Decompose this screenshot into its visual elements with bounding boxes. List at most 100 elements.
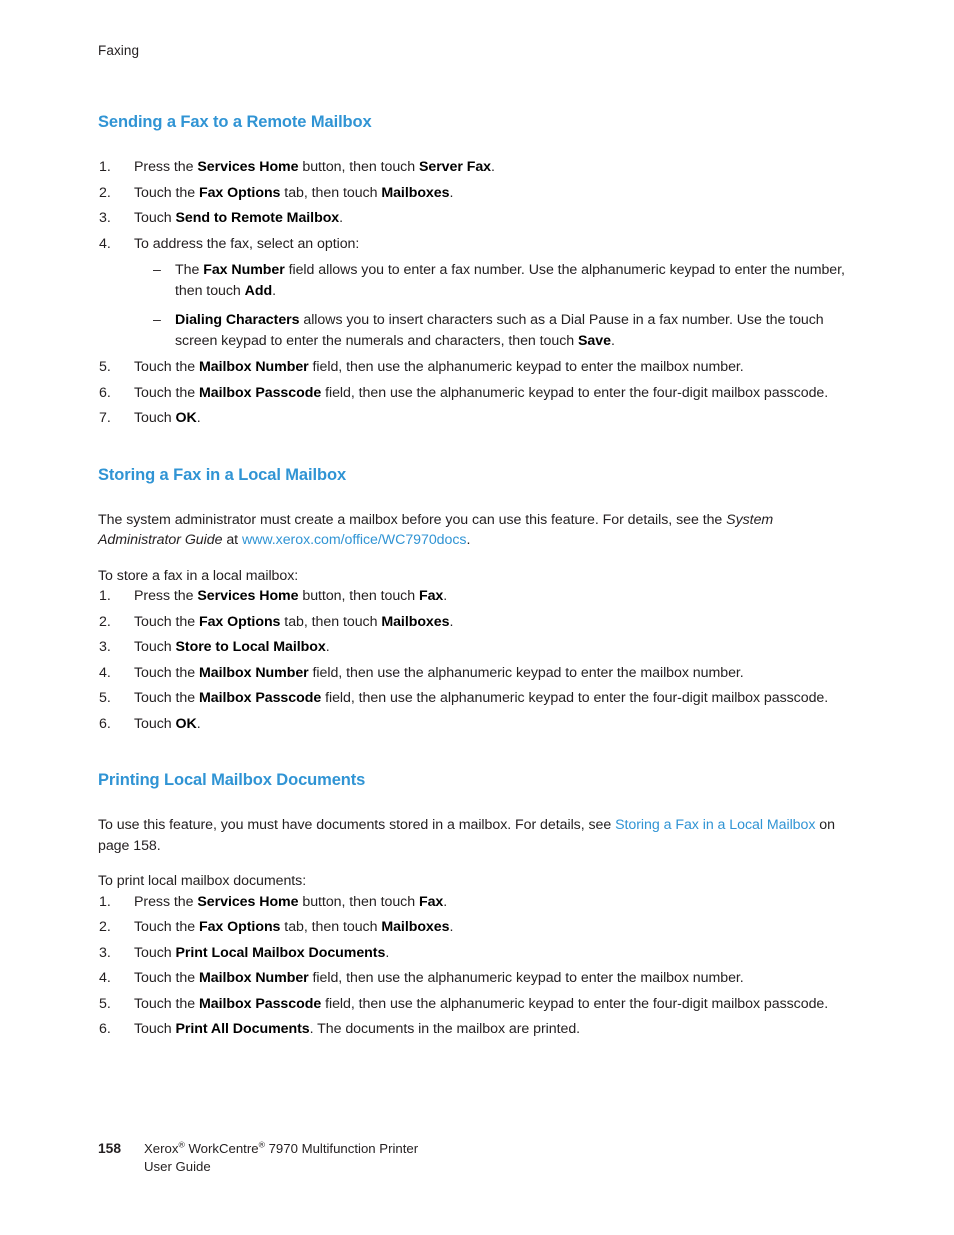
text-run: Touch the xyxy=(134,690,199,706)
step-number: 1. xyxy=(99,159,111,175)
procedure-substep-list: – The Fax Number field allows you to ente… xyxy=(134,260,858,351)
text-run: . xyxy=(325,639,330,655)
text-run: To use this feature, you must have docum… xyxy=(98,817,616,833)
text-run: field, then use the alphanumeric keypad … xyxy=(321,690,829,706)
procedure-substep: – The Fax Number field allows you to ente… xyxy=(134,260,858,301)
emphasis-bold: Mailboxes xyxy=(381,613,450,630)
emphasis-bold: Fax Options xyxy=(198,613,281,630)
text-run: Touch xyxy=(134,944,176,961)
step-text: To address the fax, select an option: xyxy=(134,236,359,252)
procedure-step: 1. Press the Services Home button, then t… xyxy=(98,586,858,607)
text-run: Touch the xyxy=(134,384,199,401)
page-footer: 158 Xerox® WorkCentre® 7970 Multifunctio… xyxy=(98,1140,798,1176)
text-run: . xyxy=(449,184,454,201)
step-number: 6. xyxy=(99,1021,111,1037)
step-text: Touch the Mailbox Passcode field, then u… xyxy=(134,385,828,401)
emphasis-bold: Services Home xyxy=(197,588,299,604)
emphasis-bold: Dialing Characters xyxy=(175,312,300,328)
inline-link[interactable]: www.xerox.com/office/WC7970docs xyxy=(242,532,467,548)
step-text: Press the Services Home button, then tou… xyxy=(134,588,447,604)
emphasis-bold: Store to Local Mailbox xyxy=(175,639,326,655)
procedure-lead-in: To print local mailbox documents: xyxy=(98,873,307,889)
step-text: Touch the Mailbox Number field, then use… xyxy=(134,970,744,986)
emphasis-bold: Mailbox Number xyxy=(198,359,309,375)
procedure-step: 2. Touch the Fax Options tab, then touch … xyxy=(98,612,858,633)
step-number: 4. xyxy=(99,970,111,986)
text-run: . xyxy=(443,588,448,604)
section-heading: Sending a Fax to a Remote Mailbox xyxy=(98,113,372,131)
step-number: 5. xyxy=(99,995,111,1012)
step-text: Touch the Mailbox Passcode field, then u… xyxy=(134,996,828,1012)
emphasis-bold: Mailbox Passcode xyxy=(198,384,322,401)
text-run: tab, then touch xyxy=(280,613,382,630)
step-text: Press the Services Home button, then tou… xyxy=(134,159,495,175)
step-number: 3. xyxy=(99,210,111,226)
text-run: Press the xyxy=(134,159,198,175)
text-run: Touch xyxy=(134,715,176,732)
substep-dash-marker: – xyxy=(153,312,161,328)
procedure-step: 4. Touch the Mailbox Number field, then u… xyxy=(98,968,858,989)
procedure-step: 1. Press the Services Home button, then t… xyxy=(98,892,858,913)
step-text: Touch Store to Local Mailbox. xyxy=(134,639,330,655)
text-run: Touch the xyxy=(134,970,199,986)
substep-text: The Fax Number field allows you to enter… xyxy=(175,262,845,299)
procedure-step: 5. Touch the Mailbox Passcode field, then… xyxy=(98,994,858,1015)
inline-link[interactable]: Storing a Fax in a Local Mailbox xyxy=(615,817,815,833)
text-run: Press the xyxy=(134,588,198,604)
step-number: 2. xyxy=(99,919,111,935)
text-run: Touch xyxy=(134,639,176,655)
emphasis-bold: Send to Remote Mailbox xyxy=(175,210,340,226)
step-number: 6. xyxy=(99,715,111,732)
emphasis-bold: Save xyxy=(578,332,611,349)
text-run: Touch xyxy=(134,410,176,426)
procedure-step: 5. Touch the Mailbox Passcode field, then… xyxy=(98,688,858,709)
procedure-step: 4. Touch the Mailbox Number field, then u… xyxy=(98,663,858,684)
procedure-step: 3. Touch Send to Remote Mailbox. xyxy=(98,208,858,229)
emphasis-bold: Fax xyxy=(418,893,444,910)
text-run: . xyxy=(610,332,615,349)
heading-spacer xyxy=(98,790,858,815)
text-run: button, then touch xyxy=(298,588,419,604)
procedure-step-list: 1. Press the Services Home button, then t… xyxy=(98,586,858,734)
emphasis-bold: Server Fax xyxy=(418,159,492,175)
text-run: Xerox xyxy=(144,1141,179,1156)
running-head: Faxing xyxy=(98,43,140,58)
procedure-substep: – Dialing Characters allows you to insert… xyxy=(134,310,858,351)
procedure-step: 6. Touch OK. xyxy=(98,714,858,735)
step-number: 1. xyxy=(99,893,111,910)
text-run: at xyxy=(222,532,242,548)
step-text: Touch Print Local Mailbox Documents. xyxy=(134,945,389,961)
procedure-step: 2. Touch the Fax Options tab, then touch … xyxy=(98,917,858,938)
emphasis-bold: Fax Options xyxy=(198,184,281,201)
text-run: Touch the xyxy=(134,184,199,201)
procedure-step: 4. To address the fax, select an option: –… xyxy=(98,234,858,352)
emphasis-bold: Add xyxy=(244,282,273,299)
procedure-step: 6. Touch Print All Documents. The documen… xyxy=(98,1019,858,1040)
emphasis-bold: Services Home xyxy=(197,159,299,175)
step-text: Touch Send to Remote Mailbox. xyxy=(134,210,343,226)
step-text: Touch the Mailbox Passcode field, then u… xyxy=(134,690,828,706)
step-number: 2. xyxy=(99,184,111,201)
text-run: Touch the xyxy=(134,995,199,1012)
text-run: WorkCentre xyxy=(184,1141,259,1156)
emphasis-bold: Fax xyxy=(418,588,444,604)
text-run: Touch the xyxy=(134,664,199,681)
step-text: Press the Services Home button, then tou… xyxy=(134,894,447,910)
procedure-step: 1. Press the Services Home button, then t… xyxy=(98,157,858,178)
step-text: Touch OK. xyxy=(134,716,201,732)
emphasis-bold: Print All Documents xyxy=(175,1021,310,1037)
emphasis-bold: Mailbox Passcode xyxy=(198,690,322,706)
procedure-step: 7. Touch OK. xyxy=(98,408,858,429)
text-run: . The documents in the mailbox are print… xyxy=(309,1021,581,1037)
section-intro-paragraph: To use this feature, you must have docum… xyxy=(98,815,858,856)
text-run: field, then use the alphanumeric keypad … xyxy=(308,970,744,986)
footer-product-line: Xerox® WorkCentre® 7970 Multifunction Pr… xyxy=(144,1140,798,1158)
step-number: 5. xyxy=(99,359,111,375)
step-text: Touch Print All Documents. The documents… xyxy=(134,1021,580,1037)
emphasis-bold: OK xyxy=(175,715,197,732)
text-run: . xyxy=(196,715,201,732)
procedure-step-list: 1. Press the Services Home button, then t… xyxy=(98,157,858,429)
text-run: field, then use the alphanumeric keypad … xyxy=(321,995,829,1012)
procedure-step: 6. Touch the Mailbox Passcode field, then… xyxy=(98,383,858,404)
text-run: Touch the xyxy=(134,359,199,375)
